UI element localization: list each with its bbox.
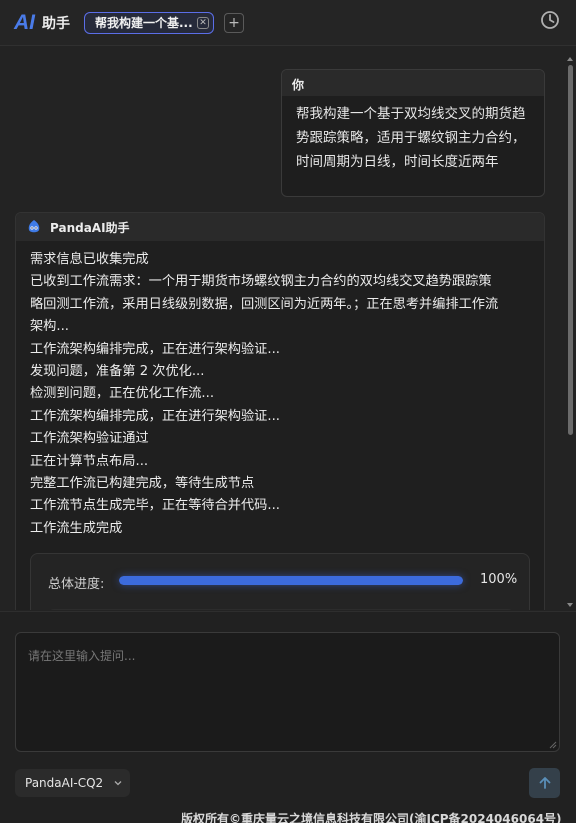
prompt-input[interactable] xyxy=(28,647,547,737)
progress-detail-panel xyxy=(48,609,514,610)
status-line: 发现问题，准备第 2 次优化... xyxy=(30,364,205,380)
chat-scroll-area[interactable]: 你 帮我构建一个基于双均线交叉的期货趋势跟踪策略，适用于螺纹钢主力合约，时间周期… xyxy=(0,47,576,610)
progress-card: 总体进度: 100% xyxy=(30,553,530,610)
progress-percent: 100% xyxy=(480,572,518,587)
assistant-message-body: 需求信息已收集完成 已收到工作流需求：一个用于期货市场螺纹钢主力合约的双均线交叉… xyxy=(16,241,544,540)
status-line: 已收到工作流需求：一个用于期货市场螺纹钢主力合约的双均线交叉趋势跟踪策 xyxy=(30,274,492,290)
progress-bar-fill xyxy=(119,576,463,585)
status-line: 正在计算节点布局... xyxy=(30,453,149,469)
status-line: 完整工作流已构建完成，等待生成节点 xyxy=(30,476,255,492)
scrollbar-thumb[interactable] xyxy=(568,65,573,435)
status-line: 工作流架构验证通过 xyxy=(30,431,149,447)
send-button[interactable] xyxy=(529,768,560,798)
status-line: 工作流生成完成 xyxy=(30,520,123,536)
add-tab-button[interactable]: + xyxy=(224,12,244,33)
scroll-down-icon[interactable] xyxy=(567,603,573,607)
tab-label: 帮我构建一个基... xyxy=(95,16,193,30)
chevron-down-icon xyxy=(114,781,122,786)
app-header: AI 助手 帮我构建一个基... ✕ + xyxy=(0,0,576,46)
app-logo: AI xyxy=(14,10,35,34)
status-line: 需求信息已收集完成 xyxy=(30,252,149,267)
arrow-up-icon xyxy=(539,777,550,789)
user-message: 你 帮我构建一个基于双均线交叉的期货趋势跟踪策略，适用于螺纹钢主力合约，时间周期… xyxy=(281,69,545,197)
copyright-footer: 版权所有©重庆量云之境信息科技有限公司(渝ICP备2024046064号) xyxy=(181,812,562,823)
progress-label: 总体进度: xyxy=(48,577,105,592)
status-line: 略回测工作流，采用日线级别数据，回测区间为近两年。；正在思考并编排工作流 xyxy=(30,296,499,312)
composer: PandaAI-CQ2 版权所有©重庆量云之境信息科技有限公司(渝ICP备202… xyxy=(0,611,576,823)
user-message-text: 帮我构建一个基于双均线交叉的期货趋势跟踪策略，适用于螺纹钢主力合约，时间周期为日… xyxy=(296,106,526,170)
status-line: 工作流架构编排完成，正在进行架构验证... xyxy=(30,408,280,424)
resize-grip-icon[interactable] xyxy=(549,741,557,749)
assistant-header: PandaAI助手 xyxy=(16,213,544,241)
history-clock-icon[interactable] xyxy=(540,10,560,30)
assistant-message: PandaAI助手 需求信息已收集完成 已收到工作流需求：一个用于期货市场螺纹钢… xyxy=(15,212,545,610)
prompt-box xyxy=(15,632,560,752)
status-line: 工作流节点生成完毕，正在等待合并代码... xyxy=(30,498,280,514)
panda-avatar-icon xyxy=(28,220,40,233)
status-line: 检测到问题，正在优化工作流... xyxy=(30,386,215,402)
model-selector-value: PandaAI-CQ2 xyxy=(25,776,104,790)
status-line: 工作流架构编排完成，正在进行架构验证... xyxy=(30,341,280,357)
close-tab-icon[interactable]: ✕ xyxy=(197,16,209,29)
progress-bar xyxy=(119,576,463,585)
assistant-sender-name: PandaAI助手 xyxy=(50,220,130,235)
status-line: 架构... xyxy=(30,319,69,335)
tab-active-chat[interactable]: 帮我构建一个基... ✕ xyxy=(84,11,214,34)
app-title: 助手 xyxy=(42,15,70,32)
user-sender-name: 你 xyxy=(282,70,544,96)
model-selector[interactable]: PandaAI-CQ2 xyxy=(15,769,130,797)
scroll-up-icon[interactable] xyxy=(567,57,573,61)
